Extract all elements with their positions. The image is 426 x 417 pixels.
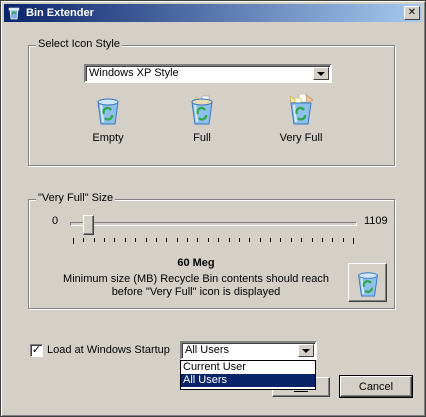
size-value: 60 Meg <box>177 257 215 269</box>
slider-tick <box>93 238 95 242</box>
slider-tick <box>166 238 168 242</box>
checkmark-icon: ✓ <box>31 344 42 356</box>
option-current-user[interactable]: Current User <box>181 361 315 374</box>
slider-tick <box>207 238 209 242</box>
cancel-button[interactable]: Cancel <box>339 375 413 398</box>
icon-empty: Empty <box>73 94 143 144</box>
icon-style-select-value: Windows XP Style <box>89 67 179 79</box>
slider-tick <box>311 238 313 242</box>
cancel-button-label: Cancel <box>358 380 394 393</box>
slider-tick <box>270 238 272 242</box>
slider-tick <box>321 238 323 242</box>
slider-tick <box>301 238 303 242</box>
load-at-startup-checkbox[interactable]: ✓ <box>30 344 43 357</box>
recycle-bin-full-icon <box>191 95 213 125</box>
app-recycle-icon <box>6 5 22 21</box>
slider-tick <box>228 238 230 242</box>
size-slider-thumb[interactable] <box>83 215 95 235</box>
slider-tick <box>135 238 137 242</box>
slider-tick <box>259 238 261 242</box>
slider-tick <box>218 238 220 242</box>
size-description-line-2: before "Very Full" icon is displayed <box>111 286 281 298</box>
recycle-bin-very-full-icon <box>289 94 314 125</box>
startup-user-select[interactable]: All Users <box>180 341 317 360</box>
slider-tick <box>114 238 116 242</box>
icon-full: Full <box>167 94 237 144</box>
slider-tick <box>353 238 354 244</box>
slider-tick <box>187 238 189 242</box>
recycle-bin-preview-icon <box>357 271 378 297</box>
slider-tick <box>176 238 178 242</box>
slider-tick <box>249 238 251 242</box>
size-description-line-1: Minimum size (MB) Recycle Bin contents s… <box>63 273 329 285</box>
dialog-window: Bin Extender ✕ Select Icon Style Windows… <box>0 0 426 417</box>
slider-max-label: 1109 <box>364 215 388 227</box>
slider-tick <box>145 238 147 242</box>
icon-empty-label: Empty <box>92 132 124 144</box>
slider-tick <box>124 238 126 242</box>
icon-style-dropdown-button[interactable] <box>313 67 329 80</box>
slider-tick <box>155 238 157 242</box>
slider-min-label: 0 <box>52 215 59 227</box>
size-slider-ticks <box>73 238 354 244</box>
slider-tick <box>73 238 74 244</box>
slider-tick <box>238 238 240 242</box>
icon-very-full-label: Very Full <box>279 132 323 144</box>
preview-icon-button[interactable] <box>348 263 387 302</box>
slider-tick <box>197 238 199 242</box>
icon-full-label: Full <box>193 132 211 144</box>
icon-very-full: Very Full <box>266 94 336 144</box>
close-button[interactable]: ✕ <box>404 6 420 20</box>
slider-tick <box>83 238 85 242</box>
slider-tick <box>104 238 106 242</box>
startup-user-options-list[interactable]: Current User All Users <box>180 360 316 390</box>
size-description: Minimum size (MB) Recycle Bin contents s… <box>61 273 331 299</box>
slider-tick <box>290 238 292 242</box>
close-icon: ✕ <box>407 7 417 18</box>
slider-tick <box>342 238 344 242</box>
window-title: Bin Extender <box>26 7 94 19</box>
option-all-users[interactable]: All Users <box>181 374 315 387</box>
chevron-down-icon <box>317 71 325 76</box>
size-slider-track[interactable] <box>70 222 357 226</box>
recycle-bin-empty-icon <box>97 98 119 125</box>
startup-user-select-value: All Users <box>185 344 230 356</box>
load-at-startup-label[interactable]: Load at Windows Startup <box>47 344 170 356</box>
slider-tick <box>280 238 282 242</box>
chevron-down-icon <box>302 348 310 353</box>
title-bar[interactable]: Bin Extender ✕ <box>4 4 422 22</box>
startup-user-dropdown-button[interactable] <box>298 344 314 357</box>
very-full-size-group-label: "Very Full" Size <box>36 192 116 204</box>
icon-style-select[interactable]: Windows XP Style <box>84 64 332 83</box>
slider-tick <box>332 238 334 242</box>
icon-style-group-label: Select Icon Style <box>36 38 122 50</box>
